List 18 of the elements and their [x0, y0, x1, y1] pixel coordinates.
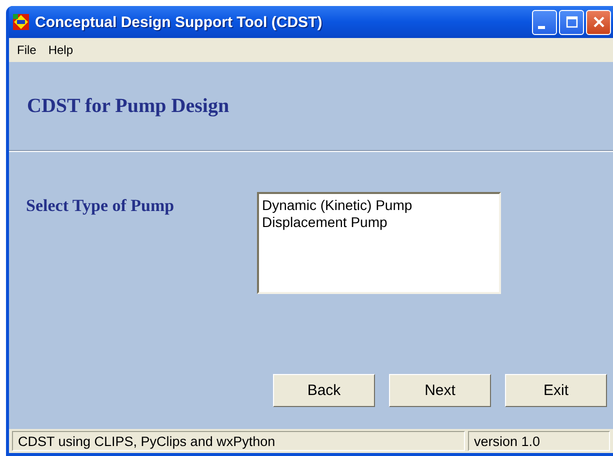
menu-item[interactable]: Help — [48, 43, 74, 57]
dialog-button[interactable]: Next — [389, 374, 491, 407]
dialog-button[interactable]: Back — [273, 374, 375, 407]
status-field: CDST using CLIPS, PyClips and wxPython — [12, 431, 465, 451]
list-item[interactable]: Displacement Pump — [262, 214, 496, 231]
menu-item[interactable]: File — [17, 43, 36, 57]
list-item[interactable]: Dynamic (Kinetic) Pump — [262, 197, 496, 214]
window-title: Conceptual Design Support Tool (CDST) — [35, 14, 324, 30]
minimize-icon — [538, 26, 545, 28]
app-icon — [13, 14, 29, 30]
pump-type-list[interactable]: Dynamic (Kinetic) Pump Displacement Pump — [257, 192, 501, 294]
page-title: CDST for Pump Design — [27, 94, 230, 118]
status-field: version 1.0 — [468, 431, 610, 451]
minimize-button[interactable] — [532, 10, 557, 34]
field-label: Select Type of Pump — [26, 195, 176, 216]
dialog-button[interactable]: Exit — [505, 374, 607, 407]
maximize-button[interactable] — [559, 10, 584, 34]
close-button[interactable] — [586, 10, 611, 34]
